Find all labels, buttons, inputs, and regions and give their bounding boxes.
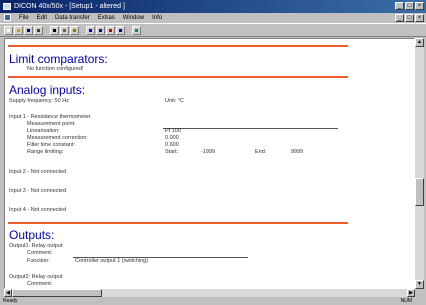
limit-none-text: No function configured!	[27, 66, 84, 72]
input2-title: Input 2 - Not connected	[9, 169, 67, 175]
section-divider	[8, 45, 348, 47]
range-end-label: End:	[255, 149, 267, 155]
output2-comment-label: Comment:	[27, 281, 53, 287]
doc-restore-button[interactable]: □	[405, 14, 414, 22]
input3-title: Input 3 - Not connected	[9, 188, 67, 194]
minimize-button[interactable]: _	[395, 2, 404, 10]
menu-extras[interactable]: Extras	[98, 13, 115, 23]
scroll-down-icon[interactable]: ▼	[415, 280, 424, 289]
info-icon[interactable]	[106, 26, 115, 35]
menu-edit[interactable]: Edit	[37, 13, 47, 23]
settings-icon[interactable]	[96, 26, 105, 35]
section-divider	[8, 222, 348, 224]
scroll-up-icon[interactable]: ▲	[415, 38, 424, 47]
document-view[interactable]: Limit comparators: No function configure…	[4, 38, 415, 289]
range-start-value: -1999	[201, 149, 216, 155]
vertical-scroll-thumb[interactable]	[415, 178, 424, 206]
title-bar: DICON 40x/50x - [Setup1 - altered ] _ □ …	[0, 0, 426, 13]
status-bar: Ready NUM	[0, 297, 426, 305]
open-icon[interactable]	[14, 26, 23, 35]
output1-function-value: Controller output 1 (switching)	[75, 258, 149, 264]
chart-icon[interactable]	[116, 26, 125, 35]
menu-info[interactable]: Info	[152, 13, 162, 23]
unit-label: Unit: °C	[165, 98, 185, 104]
doc-minimize-button[interactable]: _	[395, 14, 404, 22]
cut-icon[interactable]	[50, 26, 59, 35]
horizontal-scrollbar[interactable]: ◀ ▶	[4, 289, 415, 297]
measurement-point-field	[163, 128, 338, 129]
measurement-point-label: Measurement point:	[27, 121, 76, 127]
analog-inputs-heading: Analog inputs:	[9, 83, 86, 97]
linearisation-label: Linearisation:	[27, 128, 60, 134]
measurement-correction-value: 0.000	[165, 135, 179, 141]
input1-title: Input 1 - Resistance thermometer	[9, 114, 91, 120]
close-button[interactable]: ×	[415, 2, 424, 10]
document-window-controls: _ □ ×	[395, 14, 424, 22]
scroll-right-icon[interactable]: ▶	[407, 289, 415, 297]
input4-title: Input 4 - Not connected	[9, 207, 67, 213]
new-icon[interactable]	[4, 26, 13, 35]
horizontal-scroll-thumb[interactable]	[12, 289, 102, 297]
help-icon[interactable]	[132, 26, 141, 35]
document-icon[interactable]	[4, 14, 11, 21]
copy-icon[interactable]	[60, 26, 69, 35]
window-title: DICON 40x/50x - [Setup1 - altered ]	[14, 3, 125, 10]
app-icon[interactable]	[3, 3, 11, 10]
maximize-button[interactable]: □	[405, 2, 414, 10]
outputs-heading: Outputs:	[9, 228, 55, 242]
menu-data-transfer[interactable]: Data transfer	[55, 13, 90, 23]
output2-title: Output2: Relay output	[9, 274, 63, 280]
doc-close-button[interactable]: ×	[415, 14, 424, 22]
menu-bar: File Edit Data transfer Extras Window In…	[0, 13, 426, 23]
measurement-correction-label: Measurement correction:	[27, 135, 88, 141]
filter-time-value: 0.600	[165, 142, 179, 148]
window-controls: _ □ ×	[395, 2, 424, 10]
menu-file[interactable]: File	[19, 13, 29, 23]
range-start-label: Start:	[165, 149, 179, 155]
section-divider	[8, 76, 348, 78]
range-end-value: 9999	[291, 149, 304, 155]
vertical-scrollbar[interactable]: ▲ ▼	[415, 38, 424, 289]
transfer-icon[interactable]	[86, 26, 95, 35]
limit-comparators-heading: Limit comparators:	[9, 52, 108, 66]
save-icon[interactable]	[24, 26, 33, 35]
scroll-left-icon[interactable]: ◀	[4, 289, 12, 297]
output1-title: Output1: Relay output	[9, 243, 63, 249]
range-limiting-label: Range limiting:	[27, 149, 64, 155]
paste-icon[interactable]	[70, 26, 79, 35]
linearisation-value: Pt 100	[165, 128, 181, 134]
output1-comment-label: Comment:	[27, 250, 53, 256]
output1-function-label: Function:	[27, 258, 50, 264]
supply-frequency: Supply frequency: 50 Hz	[9, 98, 69, 104]
num-lock-indicator: NUM	[400, 298, 412, 304]
status-text: Ready	[3, 298, 18, 304]
menu-window[interactable]: Window	[123, 13, 144, 23]
filter-time-label: Filter time constant:	[27, 142, 75, 148]
print-icon[interactable]	[34, 26, 43, 35]
toolbar	[0, 23, 426, 37]
